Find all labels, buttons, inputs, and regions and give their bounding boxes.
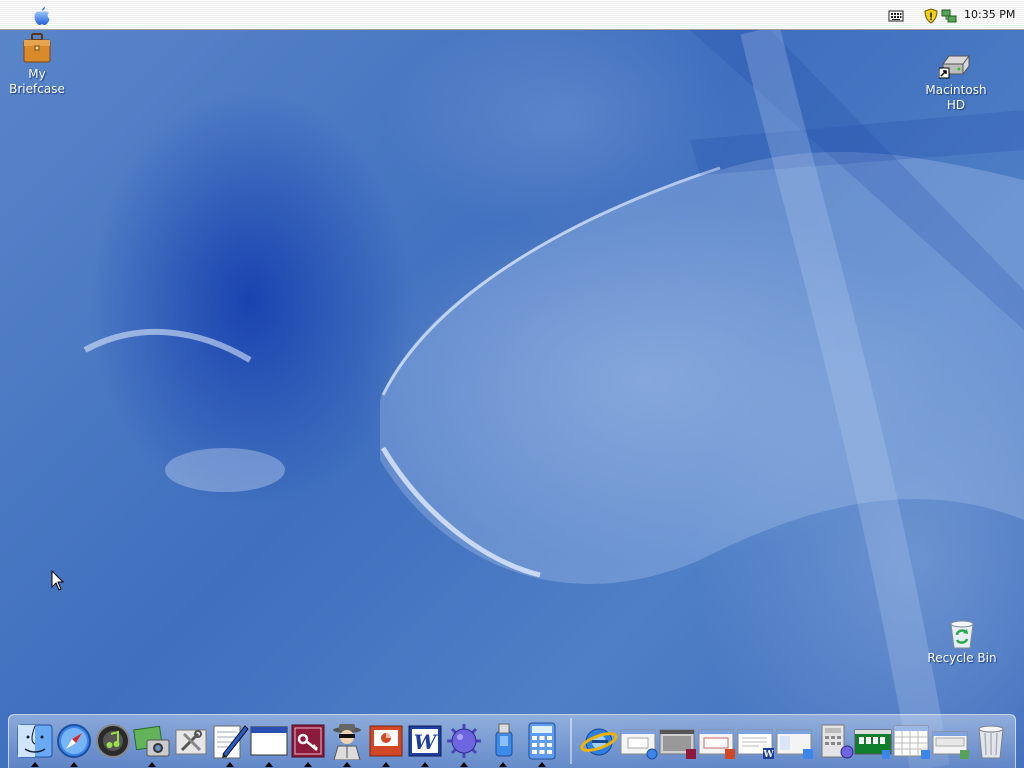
dock-item-minimized-window-2[interactable] xyxy=(659,722,697,760)
minimized-window-icon xyxy=(893,725,930,759)
trash-icon xyxy=(978,725,1004,759)
running-indicator xyxy=(460,762,468,767)
menu-clock[interactable]: 10:35 PM xyxy=(964,8,1015,21)
dock-item-itunes[interactable] xyxy=(94,722,132,760)
running-indicator xyxy=(148,762,156,767)
minimized-window-icon xyxy=(620,729,658,760)
shield-icon[interactable] xyxy=(923,8,939,24)
running-indicator xyxy=(304,762,312,767)
minimized-window-icon: W xyxy=(737,729,774,760)
hard-drive-icon xyxy=(939,55,970,79)
dock-item-minimized-window-9[interactable] xyxy=(932,722,970,760)
dock-item-window-app[interactable] xyxy=(250,722,288,760)
recycle-bin-icon xyxy=(950,620,974,649)
iphoto-icon xyxy=(133,725,170,757)
desktop-icon-label: My xyxy=(28,67,46,81)
desktop-icon-label: Recycle Bin xyxy=(927,651,997,665)
dock-item-access[interactable] xyxy=(289,722,327,760)
mouse-pointer-icon xyxy=(51,569,65,595)
running-indicator xyxy=(226,762,234,767)
running-indicator xyxy=(421,762,429,767)
dock-item-minimized-window-6[interactable] xyxy=(818,722,856,760)
minimized-window-icon xyxy=(854,729,892,759)
svg-text:W: W xyxy=(762,750,774,760)
pencil-icon xyxy=(213,725,249,759)
running-indicator xyxy=(265,762,273,767)
minimized-window-icon xyxy=(698,729,735,759)
dock-item-minimized-solitaire[interactable] xyxy=(854,722,892,760)
desktop-icon-recycle-bin[interactable]: Recycle Bin xyxy=(920,618,1004,666)
finder-icon xyxy=(17,724,53,758)
apple-icon[interactable] xyxy=(33,6,51,26)
calculator-icon xyxy=(528,722,556,760)
dock-item-virus-app[interactable] xyxy=(445,722,483,760)
dock-item-word[interactable]: W xyxy=(406,722,444,760)
minimized-window-icon xyxy=(659,729,696,759)
running-indicator xyxy=(382,762,390,767)
dock-item-minimized-window-5[interactable] xyxy=(776,722,814,760)
running-indicator xyxy=(70,762,78,767)
minimized-window-icon xyxy=(932,731,969,759)
dock-separator xyxy=(570,718,572,764)
running-indicator xyxy=(31,762,39,767)
dock-item-minimized-calendar[interactable] xyxy=(893,722,931,760)
desktop-icon-label: Briefcase xyxy=(9,82,65,96)
word-icon: W xyxy=(408,725,442,757)
dock-item-finder[interactable] xyxy=(16,722,54,760)
dock-item-minimized-window-3[interactable] xyxy=(698,722,736,760)
minimized-window-icon xyxy=(776,729,813,759)
desktop-icon-macintosh-hd[interactable]: Macintosh HD xyxy=(920,52,992,113)
key-icon xyxy=(291,724,325,758)
itunes-icon xyxy=(96,724,130,758)
keyboard-icon[interactable] xyxy=(888,8,904,23)
dock-item-minimized-word-window[interactable]: W xyxy=(737,722,775,760)
menu-bar: 10:35 PM xyxy=(0,0,1024,30)
dock-item-spy-app[interactable] xyxy=(328,722,366,760)
dock-item-trash[interactable] xyxy=(972,722,1010,760)
dock-item-utilities[interactable] xyxy=(172,722,210,760)
briefcase-icon xyxy=(23,33,51,63)
dock-item-minimized-window-1[interactable] xyxy=(620,722,658,760)
internet-explorer-icon xyxy=(580,728,618,756)
dock-item-iphoto[interactable] xyxy=(133,722,171,760)
network-icon[interactable] xyxy=(941,8,957,23)
dock-item-calculator[interactable] xyxy=(523,722,561,760)
running-indicator xyxy=(343,762,351,767)
safari-icon xyxy=(57,724,91,758)
svg-text:W: W xyxy=(414,730,439,754)
dock-item-usb-app[interactable] xyxy=(484,722,522,760)
dock-item-powerpoint[interactable] xyxy=(367,722,405,760)
running-indicator xyxy=(538,762,546,767)
usb-icon xyxy=(495,723,513,757)
powerpoint-icon xyxy=(369,725,403,757)
spy-icon xyxy=(333,724,361,760)
desktop-icon-my-briefcase[interactable]: My Briefcase xyxy=(4,32,70,97)
window-icon xyxy=(250,726,288,756)
virus-icon xyxy=(447,724,481,758)
dock-item-internet-explorer[interactable] xyxy=(580,722,618,760)
dock-item-textedit[interactable] xyxy=(211,722,249,760)
desktop-icon-label: Macintosh xyxy=(925,83,987,97)
minimized-window-icon xyxy=(821,724,854,759)
desktop-wallpaper xyxy=(0,0,1024,768)
tools-icon xyxy=(175,729,207,755)
running-indicator xyxy=(499,762,507,767)
dock-item-safari[interactable] xyxy=(55,722,93,760)
desktop-icon-label: HD xyxy=(946,98,966,112)
